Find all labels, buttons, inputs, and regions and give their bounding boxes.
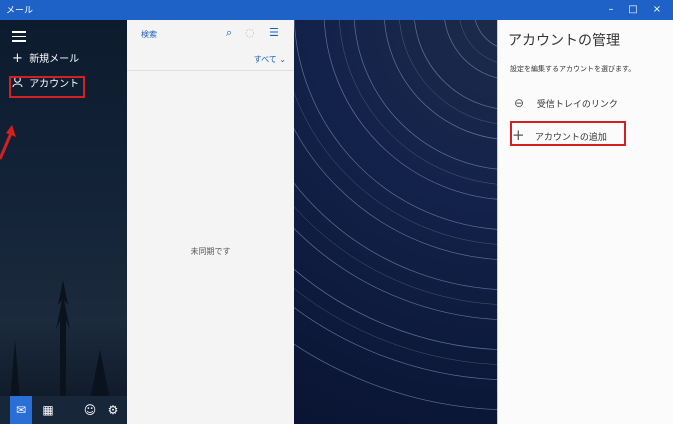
red-arrow-annotation [0,125,16,160]
title-bar: メール – □ × [0,0,673,20]
panel-description: 設定を編集するアカウントを選びます。 [510,65,636,73]
plus-icon: + [12,51,23,66]
maximize-button[interactable]: □ [624,2,642,18]
new-mail-label: 新規メール [29,54,80,65]
search-input[interactable]: 検索 [141,29,157,40]
message-list-pane: 検索 ⌕ ◌ ☰ すべて ⌄ 未同期です [127,20,295,424]
background-star-trail-image [294,20,497,424]
highlight-box-account [9,76,85,98]
divider [127,70,294,71]
star-trail-graphic [294,20,497,410]
empty-list-message: 未同期です [190,247,231,256]
filter-dropdown[interactable]: すべて ⌄ [254,54,286,65]
bottom-toolbar: ✉ ▦ ☺ ⚙ [0,396,127,424]
feedback-smiley-icon[interactable]: ☺ [82,402,98,418]
panel-title: アカウントの管理 [508,33,620,49]
close-button[interactable]: × [648,2,666,18]
manage-accounts-panel: アカウントの管理 設定を編集するアカウントを選びます。 ⊖ 受信トレイのリンク … [497,20,673,424]
highlight-box-add-account [510,121,626,146]
settings-gear-icon[interactable]: ⚙ [105,402,121,418]
hamburger-menu-icon[interactable] [12,28,26,45]
window-title: メール [6,6,34,16]
sync-icon[interactable]: ◌ [245,26,255,39]
tree-silhouette-image [10,280,110,400]
new-mail-button[interactable]: + 新規メール [12,50,79,68]
inbox-link-label: 受信トレイのリンク [536,100,618,110]
link-icon: ⊖ [514,96,525,110]
selection-mode-icon[interactable]: ☰ [269,26,279,39]
search-icon[interactable]: ⌕ [226,26,232,40]
navigation-pane: + 新規メール アカウント ✉ ▦ ☺ ⚙ [0,20,127,424]
minimize-button[interactable]: – [602,2,620,18]
inbox-link-button[interactable]: ⊖ 受信トレイのリンク [514,96,618,110]
calendar-icon[interactable]: ▦ [40,402,56,418]
mail-icon[interactable]: ✉ [10,396,32,424]
